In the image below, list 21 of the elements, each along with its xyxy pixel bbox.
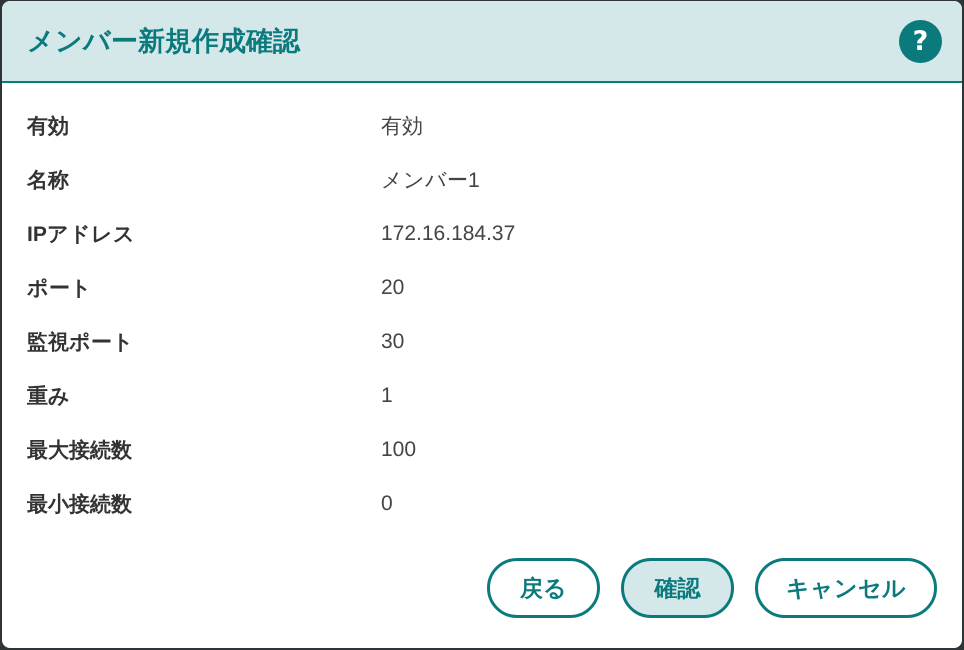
field-label: 有効 <box>27 114 69 140</box>
confirm-button[interactable]: 確認 <box>621 558 734 618</box>
field-label: 重み <box>27 384 70 410</box>
field-label: IPアドレス <box>27 222 135 248</box>
field-label: ポート <box>27 276 92 302</box>
field-value: 20 <box>381 276 404 300</box>
field-label: 最大接続数 <box>27 438 132 464</box>
field-value: 1 <box>381 384 393 408</box>
field-label: 監視ポート <box>27 330 134 356</box>
help-button[interactable]: ? <box>899 20 942 62</box>
field-value: 100 <box>381 438 416 462</box>
action-button[interactable]: 戻る <box>487 558 600 618</box>
field-value: 0 <box>381 492 393 516</box>
action-button[interactable]: キャンセル <box>755 558 937 618</box>
field-value: 172.16.184.37 <box>381 222 516 246</box>
field-label: 最小接続数 <box>27 492 132 518</box>
dialog-title: メンバー新規作成確認 <box>27 25 300 58</box>
field-label: 名称 <box>27 168 69 194</box>
field-value: メンバー1 <box>381 168 480 194</box>
field-value: 30 <box>381 330 404 354</box>
field-value: 有効 <box>381 114 423 140</box>
